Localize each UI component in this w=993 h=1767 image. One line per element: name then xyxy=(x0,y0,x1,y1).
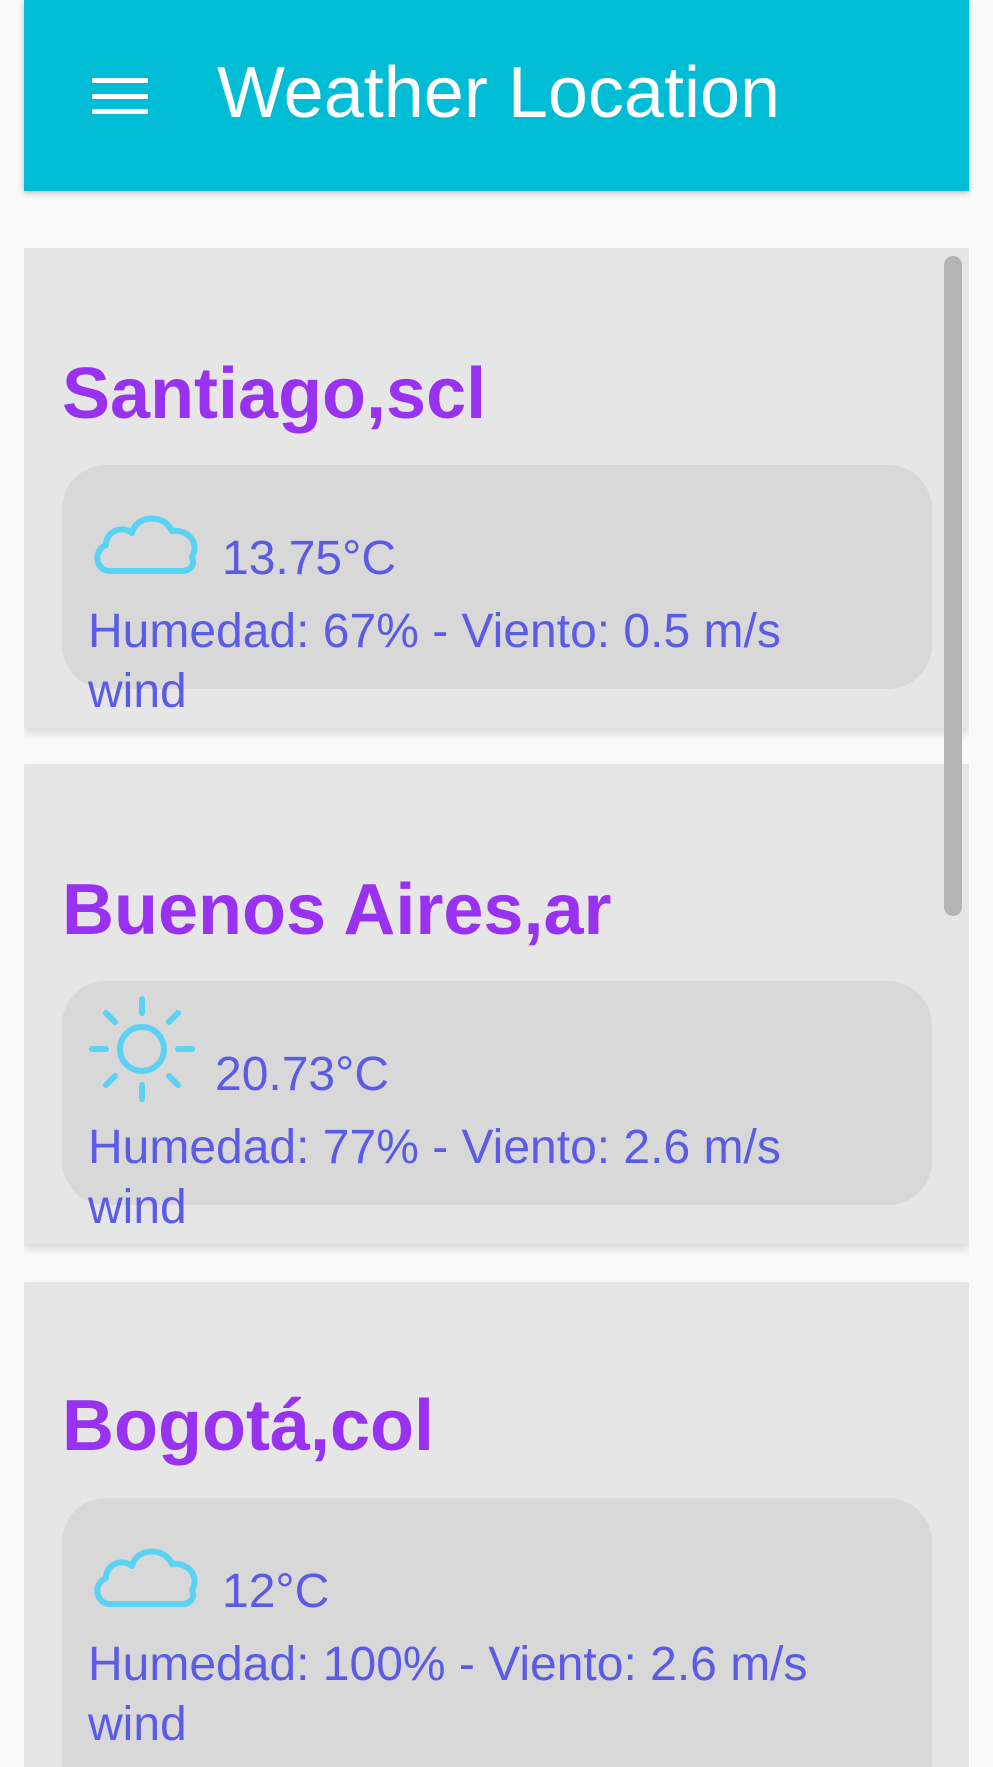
weather-info-box: 20.73°C Humedad: 77% - Viento: 2.6 m/s w… xyxy=(62,981,932,1234)
app-screen: Weather Location Santiago,scl 13.75°C Hu… xyxy=(0,0,993,1767)
humidity-wind-details: Humedad: 67% - Viento: 0.5 m/s wind xyxy=(88,605,781,718)
city-name: Bogotá,col xyxy=(62,1386,434,1466)
temperature: 20.73°C xyxy=(215,1048,389,1101)
cloud-icon xyxy=(94,515,198,574)
location-card[interactable]: Buenos Aires,ar 20.73°C Humedad: 77% - V… xyxy=(24,764,969,1244)
scrollbar-thumb[interactable] xyxy=(944,256,962,916)
hamburger-menu-icon[interactable] xyxy=(92,78,148,114)
weather-info-box: 13.75°C Humedad: 67% - Viento: 0.5 m/s w… xyxy=(62,465,932,718)
humidity-wind-details: Humedad: 77% - Viento: 2.6 m/s wind xyxy=(88,1121,781,1234)
city-name: Santiago,scl xyxy=(62,354,487,434)
app-toolbar: Weather Location xyxy=(24,0,969,191)
toolbar-title: Weather Location xyxy=(217,53,781,133)
humidity-wind-details: Humedad: 100% - Viento: 2.6 m/s wind xyxy=(88,1638,808,1751)
sun-icon xyxy=(89,996,195,1102)
weather-info-box: 12°C Humedad: 100% - Viento: 2.6 m/s win… xyxy=(62,1498,932,1767)
temperature: 13.75°C xyxy=(222,532,396,585)
temperature: 12°C xyxy=(222,1565,330,1618)
location-card[interactable]: Bogotá,col 12°C Humedad: 100% - Viento: … xyxy=(24,1282,969,1767)
cloud-icon xyxy=(94,1548,198,1607)
city-name: Buenos Aires,ar xyxy=(62,870,612,950)
weather-location-list[interactable]: Santiago,scl 13.75°C Humedad: 67% - Vien… xyxy=(24,248,969,1767)
location-card[interactable]: Santiago,scl 13.75°C Humedad: 67% - Vien… xyxy=(24,248,969,728)
